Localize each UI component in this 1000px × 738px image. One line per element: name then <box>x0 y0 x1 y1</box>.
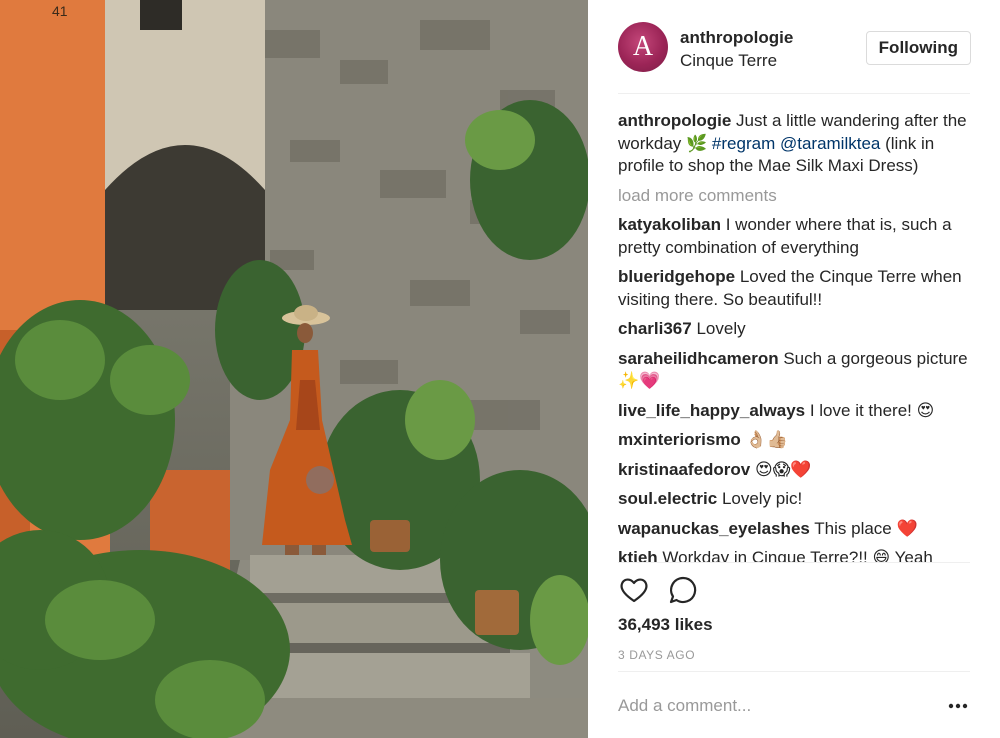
caption-username[interactable]: anthropologie <box>618 111 731 130</box>
comment-username[interactable]: soul.electric <box>618 489 717 508</box>
list-item: katyakoliban I wonder where that is, suc… <box>618 214 971 259</box>
comment-text: 😍😱❤️ <box>750 459 812 479</box>
comment-username[interactable]: mxinteriorismo <box>618 430 741 449</box>
photo-illustration: 41 <box>0 0 588 738</box>
heart-outline-icon[interactable] <box>618 574 650 606</box>
ellipsis-icon[interactable] <box>946 694 970 718</box>
list-item: live_life_happy_always I love it there! … <box>618 400 971 423</box>
list-item: blueridgehope Loved the Cinque Terre whe… <box>618 266 971 311</box>
post-header: A anthropologie Cinque Terre Following <box>618 22 971 78</box>
load-more-comments-link[interactable]: load more comments <box>618 185 971 208</box>
list-item: saraheilidhcameron Such a gorgeous pictu… <box>618 348 971 393</box>
comment-username[interactable]: blueridgehope <box>618 267 735 286</box>
comment-username[interactable]: ktjeh <box>618 548 658 562</box>
post-photo[interactable]: 41 <box>0 0 588 738</box>
actions-divider <box>618 562 970 563</box>
svg-text:41: 41 <box>52 3 68 19</box>
list-item: soul.electric Lovely pic! <box>618 488 971 511</box>
likes-count[interactable]: 36,493 likes <box>618 615 713 635</box>
header-divider <box>618 93 970 94</box>
comments-list[interactable]: anthropologie Just a little wandering af… <box>618 110 971 562</box>
following-button[interactable]: Following <box>865 31 971 65</box>
comment-username[interactable]: katyakoliban <box>618 215 721 234</box>
list-item: wapanuckas_eyelashes This place ❤️ <box>618 518 971 541</box>
post-date: 3 DAYS AGO <box>618 648 696 662</box>
list-item: charli367 Lovely <box>618 318 971 341</box>
comment-text: I love it there! 😍 <box>805 400 935 420</box>
avatar[interactable]: A <box>618 22 668 72</box>
comment-text: 👌🏼👍🏼 <box>740 430 788 449</box>
comment-text: This place ❤️ <box>809 518 918 538</box>
caption: anthropologie Just a little wandering af… <box>618 110 971 178</box>
comment-username[interactable]: wapanuckas_eyelashes <box>618 519 810 538</box>
list-item: ktjeh Workday in Cinque Terre?!! 😄 Yeah <box>618 547 971 562</box>
comment-username[interactable]: charli367 <box>618 319 692 338</box>
comment-username[interactable]: kristinaafedorov <box>618 460 750 479</box>
speech-bubble-icon[interactable] <box>667 574 699 606</box>
post-location[interactable]: Cinque Terre <box>680 51 777 71</box>
mention-link[interactable]: @taramilktea <box>780 134 880 153</box>
bottom-divider <box>618 671 970 672</box>
comment-text: Workday in Cinque Terre?!! 😄 Yeah <box>657 548 933 562</box>
post-username[interactable]: anthropologie <box>680 28 793 48</box>
hashtag-link[interactable]: #regram <box>712 134 775 153</box>
add-comment-input[interactable] <box>618 692 918 720</box>
comment-username[interactable]: saraheilidhcameron <box>618 349 779 368</box>
comment-text: Lovely <box>691 319 746 338</box>
comment-username[interactable]: live_life_happy_always <box>618 401 805 420</box>
post-panel: A anthropologie Cinque Terre Following a… <box>588 0 1000 738</box>
comment-text: Lovely pic! <box>717 489 803 508</box>
list-item: kristinaafedorov 😍😱❤️ <box>618 459 971 482</box>
list-item: mxinteriorismo 👌🏼👍🏼 <box>618 429 971 452</box>
